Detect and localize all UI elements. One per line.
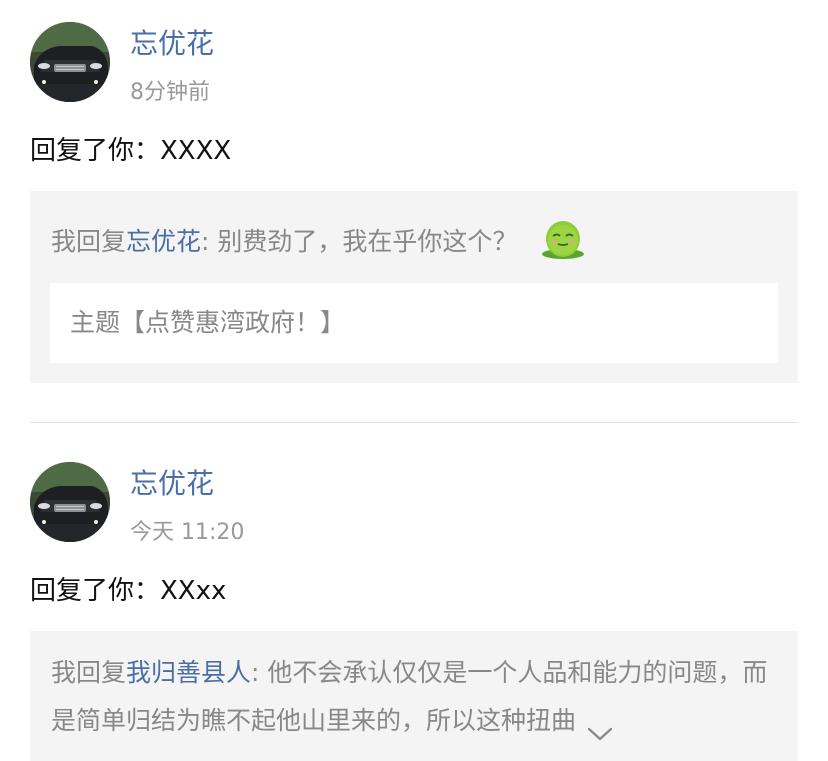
user-name[interactable]: 忘优花: [130, 466, 214, 502]
quote-prefix: 我回复: [51, 658, 127, 687]
quote-prefix: 我回复: [51, 227, 127, 256]
green-bean-emoji-icon: [539, 218, 587, 262]
topic-card[interactable]: 主题【点赞惠湾政府！】: [50, 283, 778, 363]
reply-text: 回复了你：XXXX: [30, 136, 232, 166]
timestamp: 8分钟前: [130, 80, 210, 105]
timestamp: 今天 11:20: [130, 520, 245, 545]
divider: [30, 422, 798, 423]
quoted-reply: 我回复忘优花: 别费劲了，我在乎你这个？: [51, 221, 587, 265]
quoted-user-link[interactable]: 忘优花: [126, 227, 201, 256]
quote-text: : 别费劲了，我在乎你这个？: [201, 227, 518, 256]
topic-title: 主题【点赞惠湾政府！】: [70, 308, 346, 337]
quoted-user-link[interactable]: 我归善县人: [126, 658, 251, 687]
avatar[interactable]: [30, 462, 110, 542]
avatar[interactable]: [30, 22, 110, 102]
chevron-down-icon[interactable]: [586, 712, 614, 741]
quoted-reply-box[interactable]: 我回复我归善县人: 他不会承认仅仅是一个人品和能力的问题，而是简单归结为瞧不起他…: [30, 631, 798, 761]
user-name[interactable]: 忘优花: [130, 26, 214, 62]
quoted-reply: 我回复我归善县人: 他不会承认仅仅是一个人品和能力的问题，而是简单归结为瞧不起他…: [51, 649, 771, 745]
reply-text: 回复了你：XXxx: [30, 576, 227, 606]
quoted-reply-box[interactable]: 我回复忘优花: 别费劲了，我在乎你这个？ 主题【点赞惠湾政府！】: [30, 191, 798, 383]
